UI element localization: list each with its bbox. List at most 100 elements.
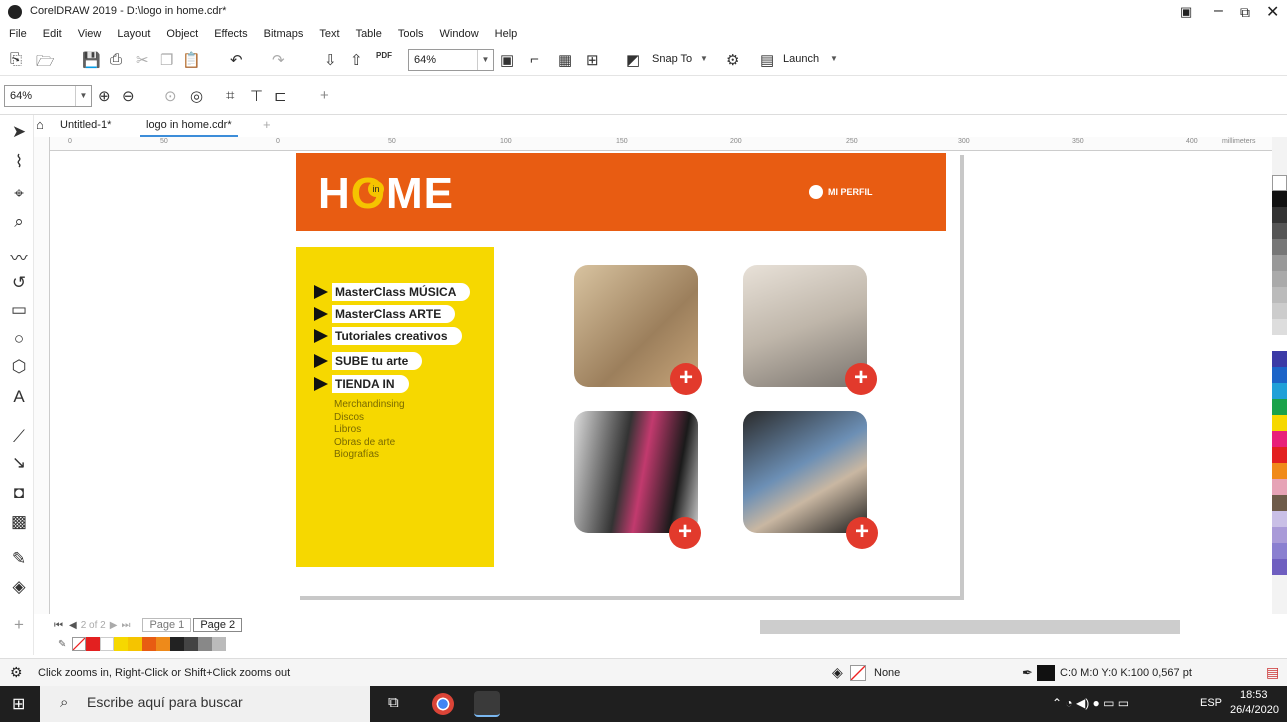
swatch-gray-50[interactable] <box>1272 239 1287 255</box>
zoom-to-page-width-icon[interactable]: ⊤ <box>250 87 263 105</box>
transparency-tool-icon[interactable]: ▩ <box>9 512 29 532</box>
drop-shadow-tool-icon[interactable]: ◘ <box>9 483 29 503</box>
drawing-canvas[interactable]: HOME in MI PERFIL MasterClass MÚSICA Mas… <box>50 151 1272 614</box>
page-next-icon[interactable]: ▶ <box>110 620 118 631</box>
swatch-white[interactable] <box>100 637 115 651</box>
add-tool-icon[interactable]: + <box>9 615 29 635</box>
connector-tool-icon[interactable]: ↘ <box>9 453 29 473</box>
windows-start-icon[interactable]: ⊞ <box>12 694 25 714</box>
paste-icon[interactable]: 📋 <box>182 51 201 69</box>
chevron-down-icon[interactable]: ▼ <box>830 54 838 63</box>
property-zoom-combo[interactable]: 64% ▼ <box>4 85 92 107</box>
menu-view[interactable]: View <box>78 28 102 40</box>
swatch-yellow[interactable] <box>114 637 129 651</box>
swatch-none[interactable] <box>1272 175 1287 191</box>
polygon-tool-icon[interactable]: ⬡ <box>9 357 29 377</box>
fill-bucket-icon[interactable]: ◈ <box>832 664 843 681</box>
task-view-icon[interactable]: ⧉ <box>388 694 399 711</box>
pick-tool-icon[interactable]: ➤ <box>9 122 29 142</box>
clock-date[interactable]: 26/4/2020 <box>1230 704 1279 716</box>
menu-help[interactable]: Help <box>495 28 518 40</box>
page-tab-2[interactable]: Page 2 <box>193 618 243 632</box>
shape-tool-icon[interactable]: ⌇ <box>9 152 29 172</box>
options-gear-icon[interactable]: ⚙ <box>726 51 739 69</box>
chevron-down-icon[interactable]: ▼ <box>75 86 91 106</box>
swatch-light-orange[interactable] <box>156 637 171 651</box>
menu-object[interactable]: Object <box>166 28 198 40</box>
menu-edit[interactable]: Edit <box>43 28 62 40</box>
menu-file[interactable]: File <box>9 28 27 40</box>
launch-button[interactable]: Launch <box>783 53 819 65</box>
swatch-gray-5[interactable] <box>1272 319 1287 335</box>
ellipse-tool-icon[interactable]: ○ <box>9 329 29 349</box>
swatch-green[interactable] <box>1272 399 1287 415</box>
page-prev-icon[interactable]: ◀ <box>69 620 77 631</box>
snap-to-icon[interactable]: ◩ <box>626 51 640 69</box>
chrome-icon[interactable] <box>432 693 454 715</box>
add-icon[interactable]: + <box>320 87 329 104</box>
text-tool-icon[interactable]: A <box>9 387 29 407</box>
swatch-gray-90[interactable] <box>1272 207 1287 223</box>
clock-time[interactable]: 18:53 <box>1240 689 1268 701</box>
new-tab-icon[interactable]: + <box>263 117 271 132</box>
undo-icon[interactable]: ↶ <box>230 51 243 69</box>
swatch-cyan[interactable] <box>1272 383 1287 399</box>
crop-tool-icon[interactable]: ⌖ <box>9 184 29 204</box>
zoom-out-icon[interactable]: ⊖ <box>122 87 135 105</box>
home-icon[interactable]: ⌂ <box>36 117 44 132</box>
print-icon[interactable]: ⎙ <box>110 51 122 68</box>
close-button[interactable]: ✕ <box>1266 2 1279 22</box>
cut-icon[interactable]: ✂ <box>136 51 149 69</box>
coreldraw-taskbar-icon[interactable] <box>474 691 500 717</box>
swatch-blue-violet[interactable] <box>1272 351 1287 367</box>
snap-to-button[interactable]: Snap To <box>652 53 692 65</box>
show-guidelines-icon[interactable]: ⊞ <box>586 51 599 69</box>
save-icon[interactable]: 💾 <box>82 51 101 69</box>
rectangle-tool-icon[interactable]: ▭ <box>9 300 29 320</box>
swatch-gold[interactable] <box>128 637 143 651</box>
eyedropper-icon[interactable]: ✎ <box>58 639 66 650</box>
swatch-red[interactable] <box>1272 447 1287 463</box>
page-last-icon[interactable]: ⏭ <box>121 620 130 631</box>
swatch-magenta[interactable] <box>1272 431 1287 447</box>
menu-window[interactable]: Window <box>440 28 479 40</box>
taskbar-search[interactable]: ⌕ Escribe aquí para buscar <box>40 686 370 722</box>
zoom-tool-icon[interactable]: ⌕ <box>9 212 29 232</box>
full-screen-icon[interactable]: ▣ <box>500 51 514 69</box>
freehand-tool-icon[interactable]: 〰 <box>9 244 29 269</box>
menu-table[interactable]: Table <box>356 28 382 40</box>
zoom-to-selected-icon[interactable]: ⊙ <box>164 87 177 105</box>
swatch-brown[interactable] <box>1272 495 1287 511</box>
chevron-down-icon[interactable]: ▼ <box>477 50 493 70</box>
copy-icon[interactable]: ❐ <box>160 51 173 69</box>
outline-swatch[interactable] <box>1037 665 1055 681</box>
system-tray-icons[interactable]: ⌃ ◔ ◀) ● ▭ ▭ <box>1052 696 1129 710</box>
swatch-black[interactable] <box>1272 191 1287 207</box>
swatch-gray-10[interactable] <box>1272 303 1287 319</box>
page-first-icon[interactable]: ⏮ <box>54 620 63 631</box>
swatch-lavender[interactable] <box>1272 511 1287 527</box>
eyedropper-tool-icon[interactable]: ✎ <box>9 549 29 569</box>
swatch-periwinkle[interactable] <box>1272 543 1287 559</box>
menu-effects[interactable]: Effects <box>214 28 247 40</box>
horizontal-scrollbar-thumb[interactable] <box>760 620 1180 634</box>
zoom-to-page-height-icon[interactable]: ⊏ <box>274 87 287 105</box>
chevron-down-icon[interactable]: ▼ <box>700 54 708 63</box>
show-grid-icon[interactable]: ▦ <box>558 51 572 69</box>
restore-grid-icon[interactable]: ▣ <box>1180 4 1192 20</box>
zoom-to-page-icon[interactable]: ⌗ <box>226 87 234 104</box>
parallel-dimension-tool-icon[interactable]: ⟋ <box>9 427 29 447</box>
menu-tools[interactable]: Tools <box>398 28 424 40</box>
menu-text[interactable]: Text <box>319 28 339 40</box>
launch-icon[interactable]: ▤ <box>760 51 774 69</box>
swatch-black[interactable] <box>170 637 185 651</box>
swatch-yellow[interactable] <box>1272 415 1287 431</box>
swatch-gray-20[interactable] <box>1272 287 1287 303</box>
document-page[interactable]: HOME in MI PERFIL MasterClass MÚSICA Mas… <box>296 151 960 596</box>
page-tab-1[interactable]: Page 1 <box>142 618 192 632</box>
fill-swatch[interactable] <box>850 665 866 681</box>
color-proof-icon[interactable]: ▤ <box>1266 664 1279 681</box>
minimize-button[interactable]: – <box>1214 2 1223 20</box>
interactive-fill-tool-icon[interactable]: ◈ <box>9 577 29 597</box>
swatch-none[interactable] <box>72 637 87 651</box>
